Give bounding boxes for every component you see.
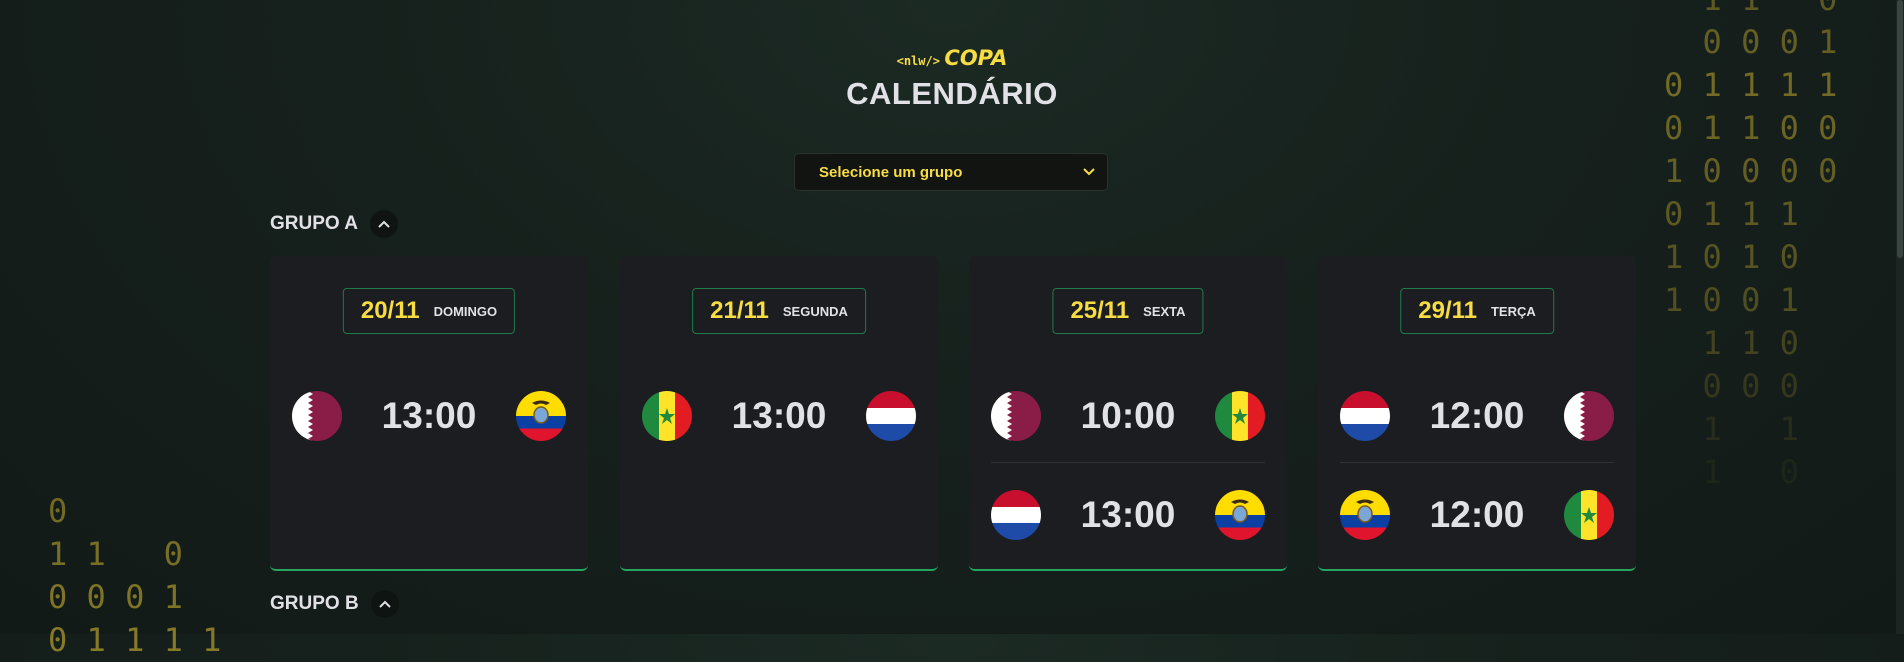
binary-line: 1 1 bbox=[1664, 410, 1799, 448]
date-badge: 25/11 SEXTA bbox=[1052, 288, 1204, 334]
binary-line: 0 1 1 1 bbox=[1664, 195, 1799, 233]
ecuador-flag-icon bbox=[1214, 490, 1265, 540]
match-date: 25/11 bbox=[1070, 297, 1130, 324]
match-row: 13:00 bbox=[642, 390, 916, 442]
qatar-flag-icon bbox=[1563, 391, 1614, 441]
binary-line: 1 1 0 bbox=[1664, 324, 1799, 362]
logo-tag: <nlw/> bbox=[896, 54, 940, 68]
binary-line: 1 0 0 1 bbox=[1664, 281, 1799, 319]
match-time: 13:00 bbox=[731, 395, 827, 436]
match-row: 12:00 bbox=[1340, 489, 1614, 541]
netherlands-flag-icon bbox=[1340, 391, 1390, 441]
qatar-flag-icon bbox=[991, 391, 1041, 441]
match-date: 20/11 bbox=[360, 297, 420, 324]
match-divider bbox=[991, 462, 1265, 463]
match-weekday: SEGUNDA bbox=[782, 303, 848, 319]
match-day-card: 25/11 SEXTA 10:00 13:00 bbox=[969, 256, 1287, 571]
group-select-value: Selecione um grupo bbox=[819, 163, 963, 181]
ecuador-flag-icon bbox=[515, 391, 566, 441]
ecuador-flag-icon bbox=[1340, 490, 1390, 540]
logo: <nlw/> COPA bbox=[0, 46, 1904, 70]
binary-line: 0 0 0 1 bbox=[48, 578, 183, 616]
group-title: GRUPO B bbox=[270, 593, 359, 614]
match-weekday: TERÇA bbox=[1490, 303, 1536, 319]
logo-copa: COPA bbox=[944, 46, 1008, 70]
scrollbar-thumb[interactable] bbox=[1897, 0, 1903, 258]
binary-line: 1 0 1 0 bbox=[1664, 238, 1799, 276]
chevron-up-icon bbox=[378, 220, 390, 228]
match-time: 10:00 bbox=[1080, 395, 1176, 436]
group-header-a: GRUPO A bbox=[270, 210, 398, 238]
binary-line: 1 0 0 0 0 bbox=[1664, 152, 1838, 190]
date-badge: 21/11 SEGUNDA bbox=[692, 288, 866, 334]
match-divider bbox=[1340, 462, 1614, 463]
date-badge: 20/11 DOMINGO bbox=[342, 288, 516, 334]
senegal-flag-icon bbox=[1563, 490, 1614, 540]
netherlands-flag-icon bbox=[991, 490, 1041, 540]
group-title: GRUPO A bbox=[270, 213, 358, 234]
chevron-up-icon bbox=[378, 600, 391, 608]
match-date: 21/11 bbox=[710, 297, 769, 324]
match-day-card: 29/11 TERÇA 12:00 12:00 bbox=[1318, 256, 1636, 571]
binary-line: 0 1 1 0 0 bbox=[1664, 109, 1838, 147]
match-date: 29/11 bbox=[1418, 297, 1477, 324]
binary-line: 0 bbox=[48, 492, 68, 530]
match-time: 12:00 bbox=[1429, 494, 1525, 535]
group-header-b: GRUPO B bbox=[270, 590, 399, 618]
group-select[interactable]: Selecione um grupo bbox=[794, 153, 1108, 191]
match-day-card: 21/11 SEGUNDA 13:00 bbox=[620, 256, 938, 571]
binary-line: 1 1 0 bbox=[1664, 0, 1838, 21]
match-row: 10:00 bbox=[991, 390, 1265, 442]
match-day-card: 20/11 DOMINGO 13:00 bbox=[270, 256, 588, 571]
binary-line: 1 0 bbox=[1664, 453, 1799, 491]
match-row: 13:00 bbox=[991, 489, 1265, 541]
group-b-toggle-button[interactable] bbox=[370, 590, 399, 618]
match-time: 12:00 bbox=[1429, 395, 1525, 436]
qatar-flag-icon bbox=[292, 391, 342, 441]
date-badge: 29/11 TERÇA bbox=[1400, 288, 1554, 334]
binary-decoration-left: 0 1 1 0 0 0 0 1 0 1 1 1 1 bbox=[48, 490, 221, 662]
match-time: 13:00 bbox=[381, 395, 477, 436]
match-weekday: DOMINGO bbox=[433, 303, 498, 319]
binary-line: 0 0 0 bbox=[1664, 367, 1799, 405]
match-time: 13:00 bbox=[1080, 494, 1176, 535]
match-row: 13:00 bbox=[292, 390, 566, 442]
binary-decoration-right: 1 1 0 0 0 0 10 1 1 1 10 1 1 0 01 0 0 0 0… bbox=[1664, 0, 1837, 494]
match-weekday: SEXTA bbox=[1143, 303, 1186, 319]
binary-line: 0 1 1 1 1 bbox=[48, 621, 222, 659]
match-row: 12:00 bbox=[1340, 390, 1614, 442]
senegal-flag-icon bbox=[1214, 391, 1265, 441]
page-title: CALENDÁRIO bbox=[846, 76, 1058, 111]
senegal-flag-icon bbox=[642, 391, 692, 441]
binary-line: 1 1 0 bbox=[48, 535, 183, 573]
netherlands-flag-icon bbox=[865, 391, 916, 441]
group-a-toggle-button[interactable] bbox=[369, 210, 398, 238]
chevron-down-icon bbox=[1083, 165, 1095, 179]
